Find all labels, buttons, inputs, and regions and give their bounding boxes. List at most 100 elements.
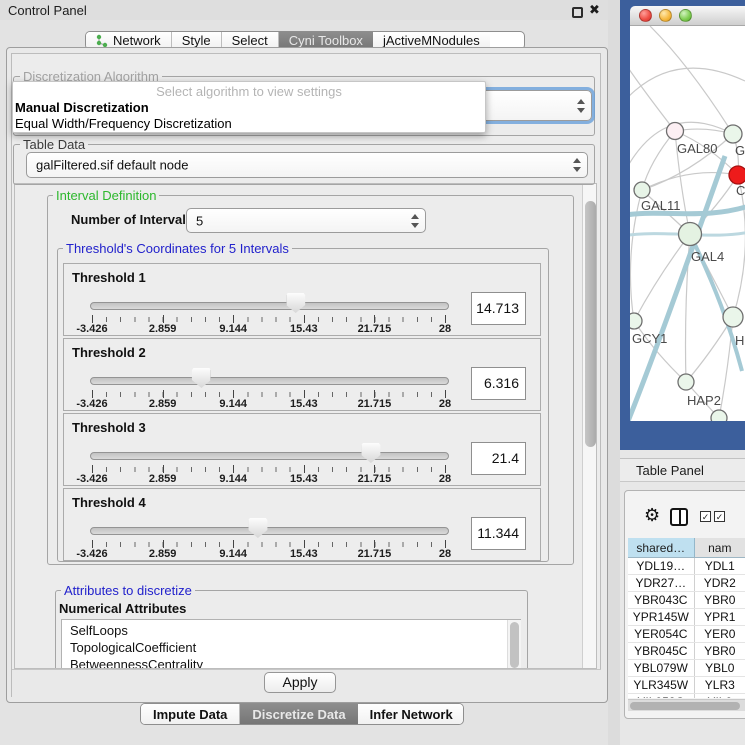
window-title: Control Panel — [8, 3, 87, 18]
list-item[interactable]: BetweennessCentrality — [70, 657, 203, 669]
checkbox-icon[interactable]: ✓ — [700, 511, 711, 522]
number-of-intervals-combobox[interactable]: 5 — [186, 208, 426, 233]
settings-scroll-viewport: Interval Definition Number of Intervals … — [14, 183, 597, 669]
threshold-3-value-field[interactable]: 21.4 — [471, 442, 526, 475]
control-panel-window: Control Panel ✖ Network Style Select Cyn… — [0, 0, 745, 745]
svg-text:GCY1: GCY1 — [632, 331, 667, 346]
major-ticks — [92, 465, 445, 473]
table-row[interactable]: YDR27…YDR2 — [628, 575, 745, 592]
list-item[interactable]: TopologicalCoefficient — [70, 640, 196, 655]
split-view-icon[interactable] — [670, 508, 688, 526]
gear-icon[interactable]: ⚙ — [644, 505, 660, 526]
svg-text:GA: GA — [735, 143, 745, 158]
column-header-shared-name[interactable]: shared… — [628, 538, 695, 557]
axis-tick-labels: -3.4262.8599.14415.4321.71528 — [92, 548, 445, 560]
bottom-tabbar: Impute Data Discretize Data Infer Networ… — [140, 703, 464, 725]
table-row[interactable]: YDL19…YDL1 — [628, 558, 745, 575]
minimize-traffic-light[interactable] — [659, 9, 672, 22]
network-edges — [630, 26, 745, 418]
svg-text:GAL11: GAL11 — [641, 198, 681, 213]
threshold-2-value-field[interactable]: 6.316 — [471, 367, 526, 400]
node-h — [723, 307, 743, 327]
threshold-1-label: Threshold 1 — [72, 270, 146, 285]
threshold-2-slider-handle[interactable] — [192, 368, 211, 388]
tab-discretize-data[interactable]: Discretize Data — [240, 704, 357, 724]
threshold-3-label: Threshold 3 — [72, 420, 146, 435]
stepper-icon — [576, 99, 585, 113]
list-scrollbar-thumb[interactable] — [510, 622, 519, 668]
algorithm-dropdown-popup: Select algorithm to view settings Manual… — [12, 81, 486, 133]
table-panel-title: Table Panel — [636, 463, 704, 478]
thresholds-group-title: Threshold's Coordinates for 5 Intervals — [63, 241, 292, 256]
tab-impute-data[interactable]: Impute Data — [141, 704, 240, 724]
major-ticks — [92, 540, 445, 548]
node-partial — [711, 410, 727, 421]
table-panel-header: Table Panel — [620, 458, 745, 482]
apply-button[interactable]: Apply — [264, 672, 336, 693]
close-icon[interactable]: ✖ — [589, 2, 600, 18]
checkbox-icon[interactable]: ✓ — [714, 511, 725, 522]
number-of-intervals-label: Number of Intervals — [71, 212, 193, 227]
attributes-group-title: Attributes to discretize — [61, 583, 195, 598]
table-data-group-title: Table Data — [20, 137, 88, 152]
interval-definition-title: Interval Definition — [53, 188, 159, 203]
stepper-icon — [410, 214, 419, 228]
svg-text:GAL80: GAL80 — [677, 141, 717, 156]
numerical-attributes-label: Numerical Attributes — [59, 601, 186, 616]
network-window-titlebar[interactable] — [630, 6, 745, 26]
dropdown-prompt: Select algorithm to view settings — [13, 84, 485, 99]
table-row[interactable]: YLR345WYLR3 — [628, 677, 745, 694]
threshold-4-label: Threshold 4 — [72, 495, 146, 510]
major-ticks — [92, 315, 445, 323]
table-header-row: shared… nam — [628, 538, 745, 558]
dropdown-option-equal-width[interactable]: Equal Width/Frequency Discretization — [15, 116, 232, 131]
table-hscrollbar-thumb[interactable] — [630, 702, 740, 710]
list-scrollbar[interactable] — [507, 620, 521, 669]
node-gal80 — [667, 123, 684, 140]
network-view-canvas[interactable]: GAL80 GA C GAL11 GAL4 GCY1 H HAP2 — [630, 26, 745, 421]
titlebar: Control Panel ✖ — [0, 0, 610, 20]
close-traffic-light[interactable] — [639, 9, 652, 22]
column-header-name[interactable]: nam — [695, 538, 745, 557]
node-gal11 — [634, 182, 650, 198]
node-red-selected — [729, 166, 745, 184]
float-window-icon[interactable] — [572, 7, 583, 18]
axis-tick-labels: -3.4262.8599.14415.4321.71528 — [92, 398, 445, 410]
threshold-2-label: Threshold 2 — [72, 345, 146, 360]
table-row[interactable]: YBR045CYBR0 — [628, 643, 745, 660]
table-data-groupbox — [13, 144, 595, 185]
threshold-3-slider-handle[interactable] — [361, 443, 380, 463]
axis-tick-labels: -3.4262.8599.14415.4321.71528 — [92, 323, 445, 335]
node-ga — [724, 125, 742, 143]
network-icon — [96, 34, 109, 47]
threshold-4-value-field[interactable]: 11.344 — [471, 517, 526, 550]
settings-scrollbar-thumb[interactable] — [585, 201, 596, 447]
list-item[interactable]: SelfLoops — [70, 623, 128, 638]
node-gal4 — [679, 223, 702, 246]
svg-text:HAP2: HAP2 — [687, 393, 721, 408]
svg-text:H: H — [735, 333, 744, 348]
zoom-traffic-light[interactable] — [679, 9, 692, 22]
major-ticks — [92, 390, 445, 398]
number-of-intervals-value: 5 — [196, 213, 203, 228]
table-row[interactable]: YIL052CYIL0 — [628, 694, 745, 698]
threshold-1-slider-handle[interactable] — [286, 293, 305, 313]
table-row[interactable]: YPR145WYPR1 — [628, 609, 745, 626]
threshold-1-value-field[interactable]: 14.713 — [471, 292, 526, 325]
table-hscrollbar[interactable] — [628, 699, 745, 711]
threshold-4-slider-handle[interactable] — [248, 518, 267, 538]
dropdown-option-manual[interactable]: Manual Discretization — [15, 100, 149, 115]
numerical-attributes-list: SelfLoops TopologicalCoefficient Between… — [61, 619, 521, 669]
settings-scrollbar[interactable] — [582, 184, 597, 669]
svg-text:GAL4: GAL4 — [691, 249, 724, 264]
node-hap2 — [678, 374, 694, 390]
tab-infer-network[interactable]: Infer Network — [358, 704, 464, 724]
node-attribute-table: shared… nam YDL19…YDL1 YDR27…YDR2 YBR043… — [628, 538, 745, 698]
threshold-4-panel: Threshold 4 -3.4262.8599.14415.4321.7152… — [63, 488, 541, 561]
table-row[interactable]: YER054CYER0 — [628, 626, 745, 643]
table-row[interactable]: YBR043CYBR0 — [628, 592, 745, 609]
threshold-3-panel: Threshold 3 -3.4262.8599.14415.4321.7152… — [63, 413, 541, 486]
threshold-2-panel: Threshold 2 -3.4262.8599.14415.4321.7152… — [63, 338, 541, 411]
axis-tick-labels: -3.4262.8599.14415.4321.71528 — [92, 473, 445, 485]
table-row[interactable]: YBL079WYBL0 — [628, 660, 745, 677]
